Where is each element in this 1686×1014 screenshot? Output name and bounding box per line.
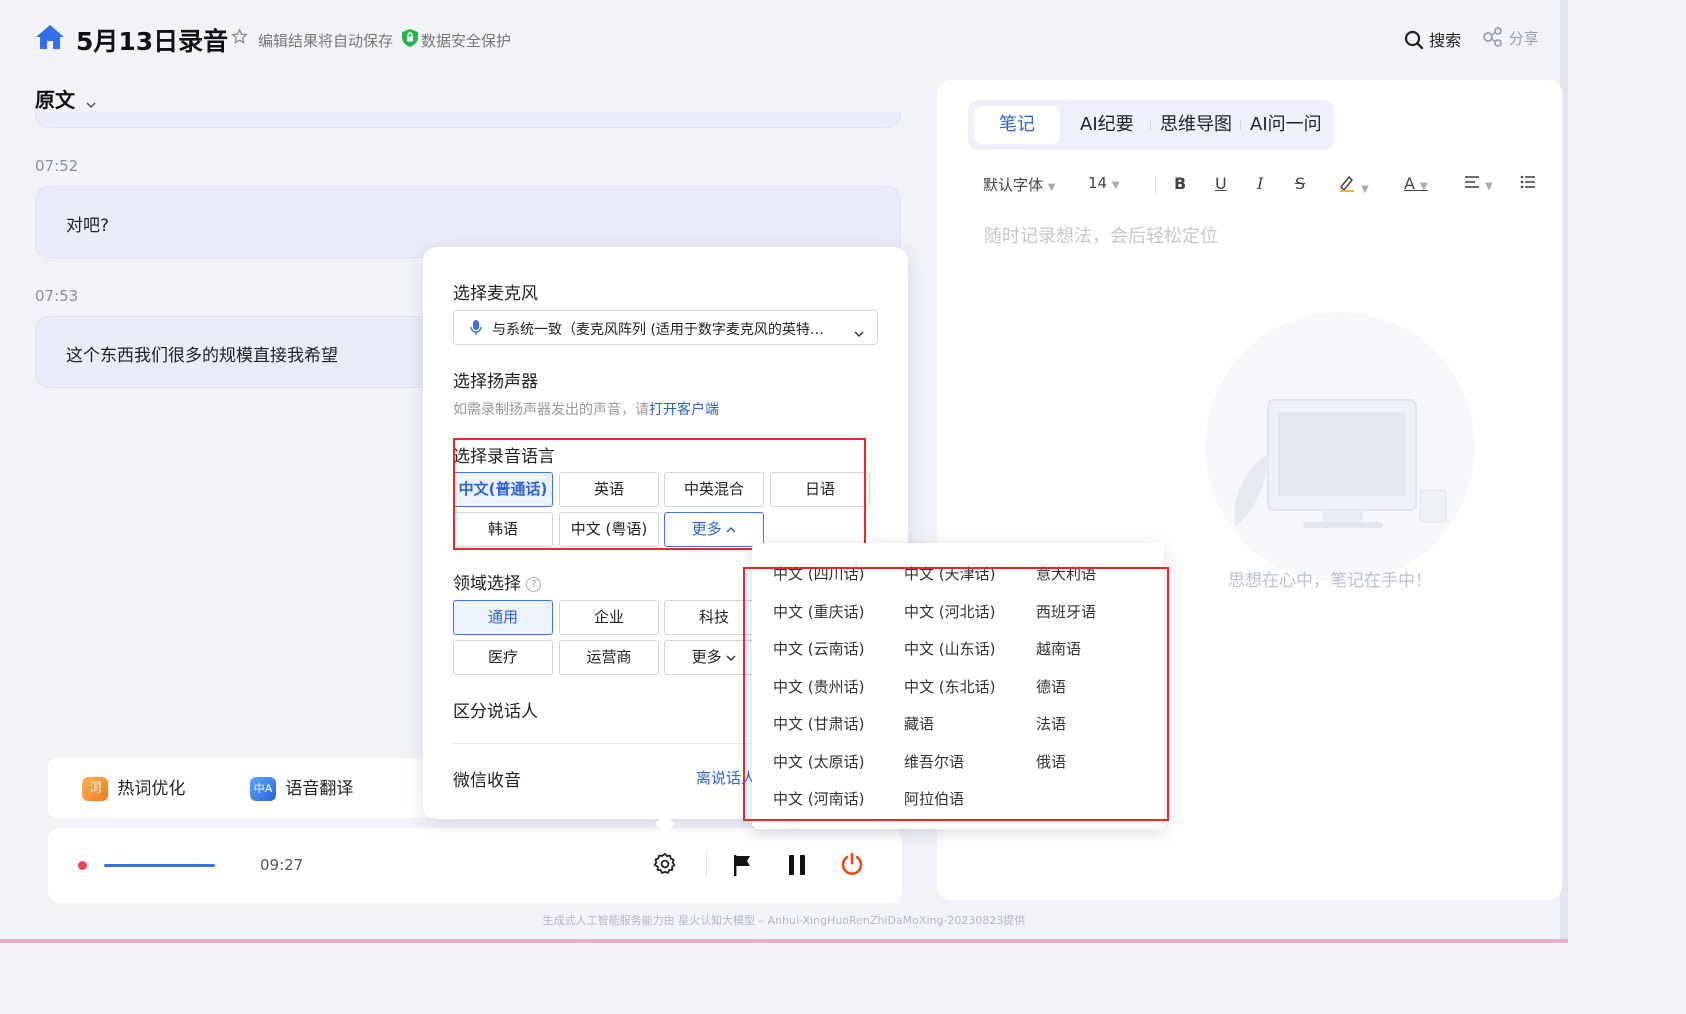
highlight-box-language — [453, 438, 866, 550]
domain-more-label: 更多 — [691, 648, 722, 666]
domain-option[interactable]: 通用 — [453, 600, 553, 635]
waveform-bar — [104, 864, 215, 867]
strikethrough-icon[interactable]: S — [1295, 174, 1305, 193]
transcript-text: 这个东西我们很多的规模直接我希望 — [66, 346, 338, 366]
search-icon — [1404, 30, 1424, 54]
font-size-label: 14 — [1088, 174, 1108, 192]
recording-dot — [78, 861, 87, 870]
tab-ai-minutes[interactable]: AI纪要 — [1080, 106, 1134, 144]
speaker-section-title: 选择扬声器 — [453, 372, 538, 392]
notes-editor[interactable]: 随时记录想法，会后轻松定位 — [984, 222, 1218, 248]
domain-title-text: 领域选择 — [453, 574, 521, 594]
tab-ai-ask[interactable]: AI问一问 — [1250, 106, 1322, 144]
separator — [706, 852, 707, 878]
tab-notes[interactable]: 笔记 — [974, 106, 1060, 144]
timestamp: 07:53 — [35, 287, 79, 305]
caret-down-icon: ▼ — [1485, 181, 1493, 192]
speaker-hint: 如需录制扬声器发出的声音，请打开客户端 — [453, 399, 719, 419]
open-client-link[interactable]: 打开客户端 — [649, 402, 719, 418]
page-title[interactable]: 5月13日录音 — [76, 22, 228, 58]
font-family-select[interactable]: 默认字体 ▼ — [983, 174, 1056, 195]
recorder-bar: 09:27 — [48, 828, 902, 903]
home-icon[interactable] — [35, 24, 65, 54]
speaker-hint-text: 如需录制扬声器发出的声音，请 — [453, 402, 649, 418]
security-badge: 数据安全保护 — [421, 32, 512, 50]
highlight-icon[interactable]: ▼ — [1338, 174, 1369, 196]
share-icon — [1482, 27, 1504, 51]
autosave-note: 编辑结果将自动保存 — [258, 32, 394, 50]
underline-icon[interactable]: U — [1215, 174, 1227, 193]
domain-option[interactable]: 企业 — [559, 600, 659, 635]
empty-notes-illustration — [1175, 312, 1505, 582]
hotword-label: 热词优化 — [117, 779, 186, 799]
font-size-select[interactable]: 14 ▼ — [1088, 174, 1120, 192]
caret-down-icon: ▼ — [1420, 181, 1428, 192]
timestamp: 07:52 — [35, 157, 79, 175]
search-button[interactable]: 搜索 — [1404, 27, 1461, 54]
bullet-list-icon[interactable] — [1520, 174, 1536, 193]
help-icon[interactable]: ? — [526, 576, 542, 592]
window-bottom-border — [0, 939, 1568, 943]
notes-tab-bar: 笔记 AI纪要 思维导图 AI问一问 — [968, 100, 1334, 150]
settings-gear-icon[interactable] — [653, 852, 677, 880]
chevron-down-icon — [854, 323, 864, 342]
star-icon[interactable] — [231, 28, 248, 49]
footer-notice: 生成式人工智能服务能力由 星火认知大模型 – Anhui-XingHuoRenZ… — [542, 914, 1026, 927]
highlight-box-dialects — [743, 567, 1169, 821]
transcript-text: 对吧? — [66, 216, 110, 236]
align-icon[interactable]: ▼ — [1464, 174, 1493, 193]
pause-icon[interactable] — [788, 854, 806, 880]
view-mode-dropdown[interactable]: 原文 — [35, 84, 96, 114]
flag-icon[interactable] — [732, 853, 752, 881]
share-button[interactable]: 分享 — [1482, 27, 1539, 51]
chevron-down-icon — [86, 90, 96, 114]
domain-option[interactable]: 运营商 — [559, 640, 659, 675]
hotword-icon: 词 — [82, 777, 108, 801]
hotword-optimize-button[interactable]: 词 热词优化 — [82, 774, 185, 801]
empty-notes-message: 思想在心中，笔记在手中！ — [1228, 571, 1432, 591]
mic-section-title: 选择麦克风 — [453, 284, 538, 304]
domain-section-title: 领域选择 ? — [453, 569, 542, 594]
domain-option[interactable]: 医疗 — [453, 640, 553, 675]
font-color-icon[interactable]: A ▼ — [1404, 174, 1428, 193]
view-mode-label: 原文 — [35, 88, 75, 112]
font-family-label: 默认字体 — [983, 176, 1044, 194]
bold-icon[interactable]: B — [1174, 174, 1186, 193]
italic-icon[interactable]: I — [1257, 174, 1263, 193]
microphone-value: 与系统一致（麦克风阵列 (适用于数字麦克风的英特… — [492, 322, 824, 338]
caret-down-icon: ▼ — [1111, 180, 1120, 191]
tab-divider — [1150, 120, 1151, 130]
microphone-select[interactable]: 与系统一致（麦克风阵列 (适用于数字麦克风的英特… — [453, 310, 878, 345]
translate-icon: 中A — [250, 777, 276, 801]
voice-translate-button[interactable]: 中A 语音翻译 — [250, 774, 353, 801]
speaker-diarization-toggle[interactable]: 区分说话人 — [453, 697, 538, 722]
caret-down-icon: ▼ — [1361, 184, 1369, 195]
separator — [1155, 176, 1156, 194]
tab-mindmap[interactable]: 思维导图 — [1160, 106, 1232, 144]
caret-down-icon: ▼ — [1047, 182, 1056, 193]
search-label: 搜索 — [1429, 31, 1462, 50]
share-label: 分享 — [1508, 29, 1539, 48]
microphone-icon — [470, 319, 482, 340]
stop-power-icon[interactable] — [840, 852, 864, 880]
shield-icon — [402, 29, 418, 51]
tab-divider — [1240, 120, 1241, 130]
translate-label: 语音翻译 — [285, 779, 354, 799]
chevron-down-icon — [726, 641, 736, 674]
elapsed-time: 09:27 — [260, 856, 304, 874]
wechat-capture-label: 微信收音 — [453, 771, 521, 791]
